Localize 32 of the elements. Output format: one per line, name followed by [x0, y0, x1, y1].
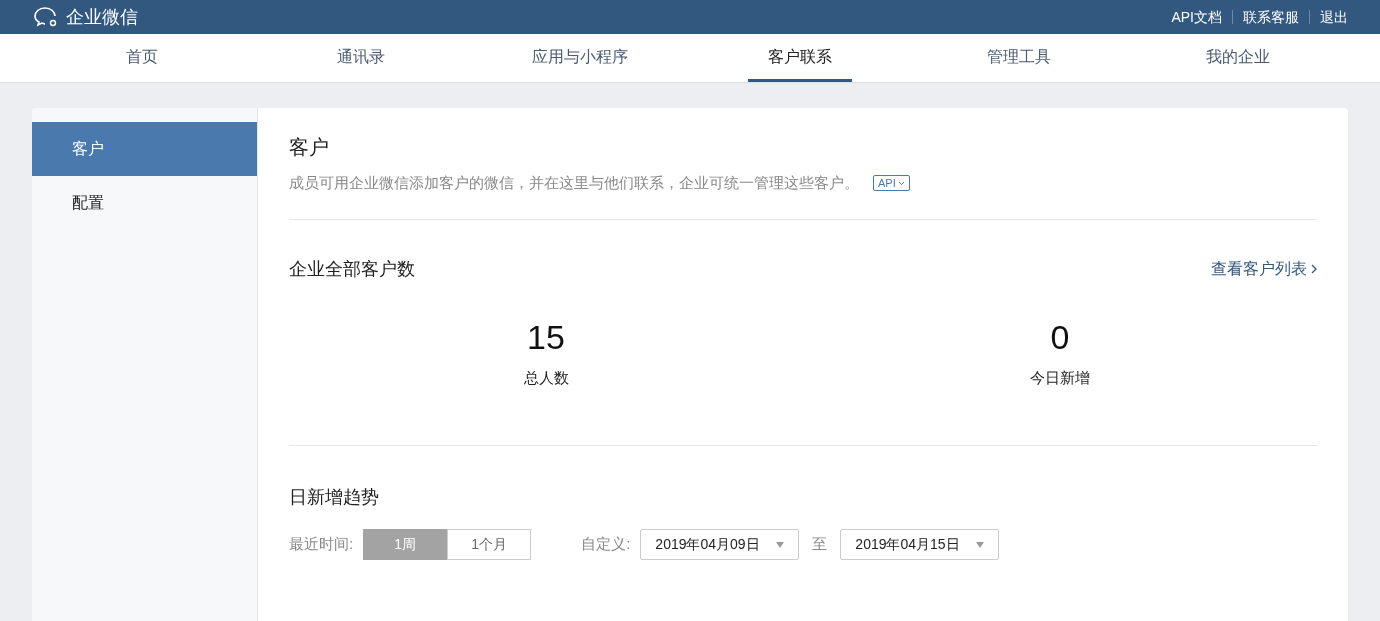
custom-label: 自定义: [581, 534, 631, 555]
header-link[interactable]: 联系客服 [1243, 6, 1299, 28]
caret-icon [976, 541, 985, 548]
nav-tab[interactable]: 应用与小程序 [512, 34, 649, 82]
sidebar-item[interactable]: 客户 [32, 122, 257, 176]
stat-label: 总人数 [523, 367, 569, 388]
customer-list-link[interactable]: 查看客户列表 [1211, 257, 1317, 281]
nav-tab[interactable]: 管理工具 [966, 34, 1071, 82]
stat-value: 0 [1050, 316, 1070, 357]
nav-tab[interactable]: 客户联系 [747, 34, 852, 82]
end-date-select[interactable]: 2019年04月15日 [840, 529, 1000, 560]
stat-label: 今日新增 [1030, 367, 1090, 388]
page-description: 成员可用企业微信添加客户的微信，并在这里与他们联系，企业可统一管理这些客户。 [289, 173, 859, 193]
section-title: 企业全部客户数 [289, 257, 415, 281]
stat-value: 15 [527, 316, 565, 357]
page-title: 客户 [289, 135, 330, 160]
range-label: 最近时间: [289, 534, 354, 555]
chevron-right-icon [1311, 264, 1317, 274]
range-separator: 至 [812, 534, 828, 555]
header-link[interactable]: API文档 [1171, 6, 1222, 28]
caret-icon [776, 541, 785, 548]
logo-text: 企业微信 [66, 5, 138, 29]
start-date-select[interactable]: 2019年04月09日 [640, 529, 800, 560]
sidebar-item[interactable]: 配置 [32, 176, 257, 230]
nav-tab[interactable]: 通讯录 [317, 34, 405, 82]
api-dropdown-button[interactable]: API [873, 175, 910, 192]
header-link[interactable]: 退出 [1320, 6, 1348, 28]
section-title: 日新增趋势 [289, 486, 380, 509]
nav-tab[interactable]: 首页 [105, 34, 178, 82]
chevron-down-icon [897, 180, 905, 186]
nav-tab[interactable]: 我的企业 [1186, 34, 1291, 82]
range-tab[interactable]: 1个月 [447, 529, 532, 560]
